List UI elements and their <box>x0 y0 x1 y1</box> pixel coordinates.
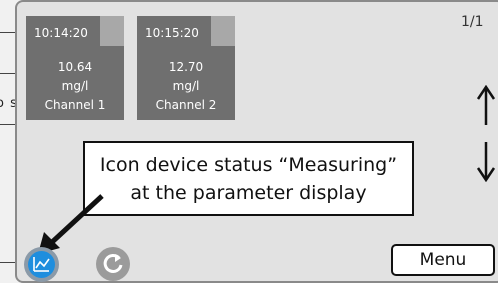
refresh-icon[interactable] <box>96 247 130 281</box>
tile-value: 10.64 <box>57 60 93 74</box>
status-icon-fill <box>28 251 55 278</box>
tile-corner-marker <box>211 16 235 46</box>
arrow-down-icon[interactable] <box>476 140 496 191</box>
page-indicator: 1/1 <box>461 14 484 30</box>
tile-corner-marker <box>100 16 124 46</box>
tile-channel: Channel 1 <box>44 98 106 112</box>
tile-unit: mg/l <box>61 79 89 93</box>
tile-time: 10:14:20 <box>34 26 88 40</box>
tile-value: 12.70 <box>168 60 204 74</box>
tile-channel: Channel 2 <box>155 98 217 112</box>
measurement-tile-channel-2[interactable]: 10:15:20 12.70 mg/l Channel 2 <box>137 16 235 120</box>
tile-unit: mg/l <box>172 79 200 93</box>
annotation-callout: Icon device status “Measuring” at the pa… <box>83 141 414 216</box>
tile-time: 10:15:20 <box>145 26 199 40</box>
callout-line-2: at the parameter display <box>130 182 367 204</box>
measuring-chart-icon[interactable] <box>24 247 59 282</box>
arrow-up-icon[interactable] <box>476 84 496 136</box>
callout-line-1: Icon device status “Measuring” <box>99 154 398 176</box>
measurement-tile-channel-1[interactable]: 10:14:20 10.64 mg/l Channel 1 <box>26 16 124 120</box>
menu-button[interactable]: Menu <box>391 244 495 276</box>
